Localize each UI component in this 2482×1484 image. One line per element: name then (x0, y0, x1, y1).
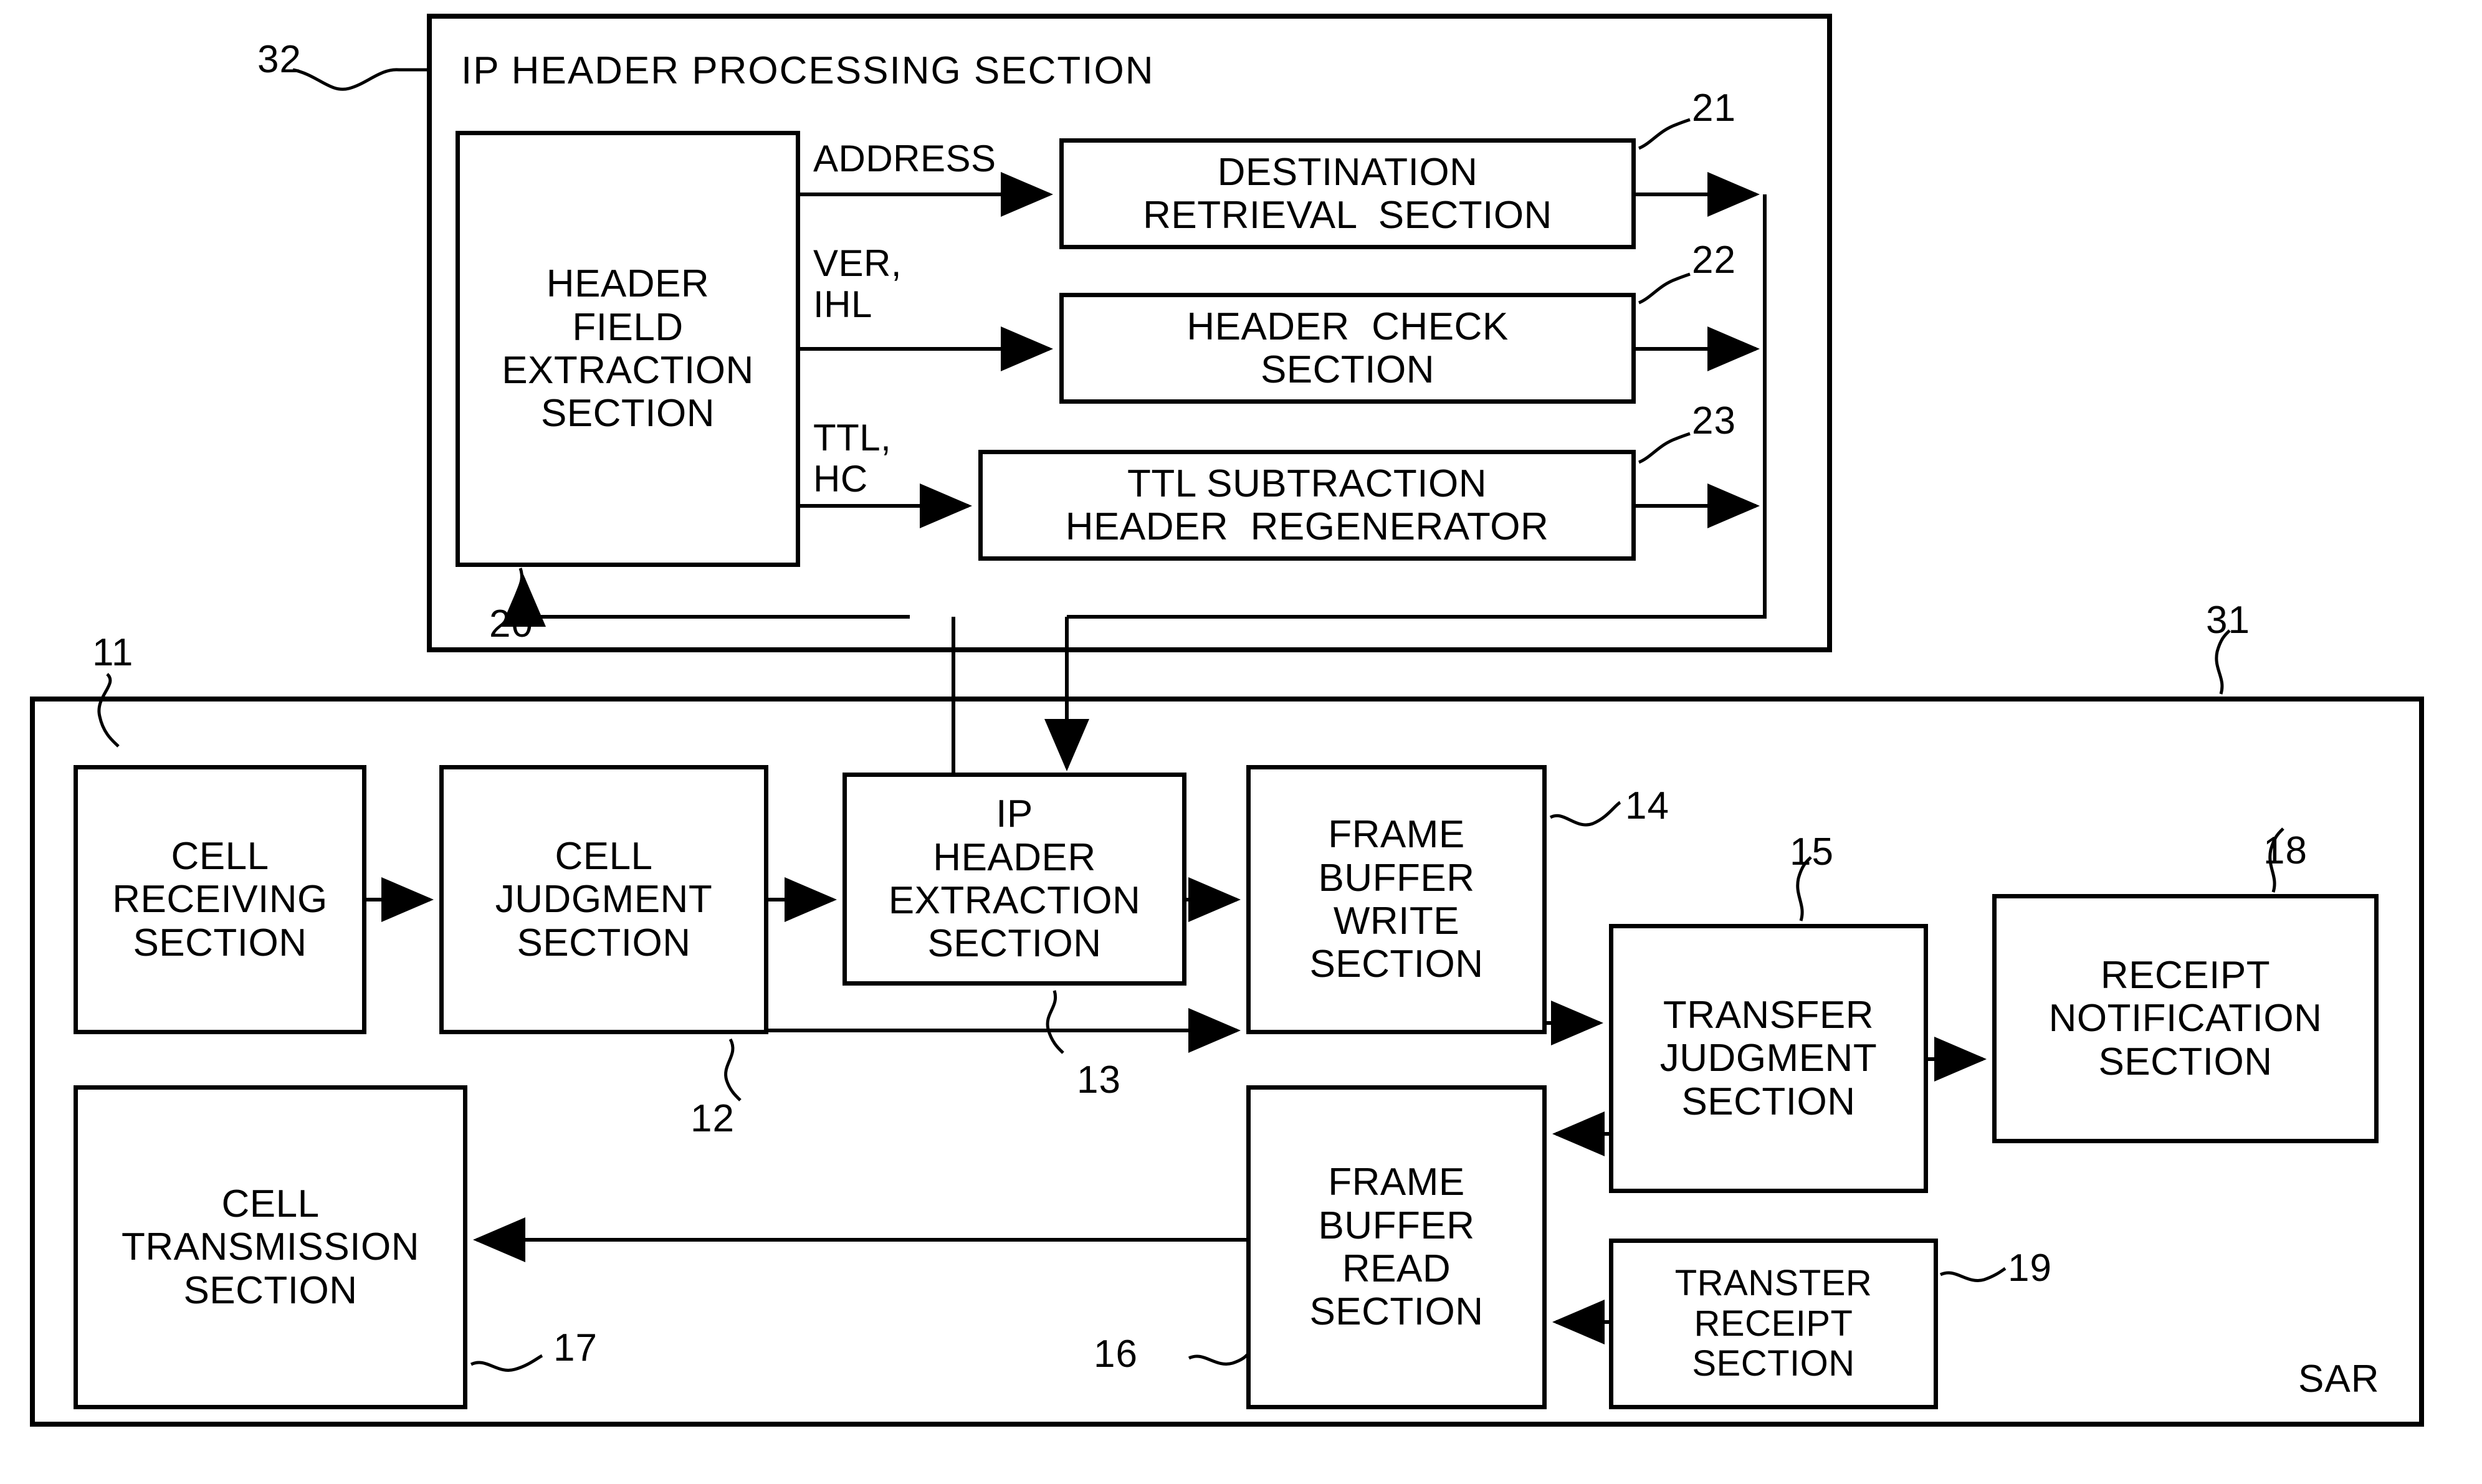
leader-23 (1638, 432, 1691, 464)
leader-16 (1188, 1352, 1250, 1366)
leader-21 (1638, 118, 1691, 150)
leader-15 (1796, 856, 1812, 921)
leader-22 (1638, 272, 1691, 305)
leader-14 (1549, 801, 1621, 827)
leader-17 (470, 1354, 543, 1372)
leader-19 (1939, 1267, 2007, 1282)
connector-layer (97, 68, 2284, 1372)
leader-31 (2215, 629, 2231, 695)
leader-32 (292, 68, 429, 91)
wire-top-output-bus (1067, 194, 1767, 619)
diagram-canvas: IP HEADER PROCESSING SECTION HEADER FIEL… (0, 0, 2482, 1484)
wire-feedback-to-header-field-extraction (501, 574, 910, 627)
leader-13 (1046, 990, 1064, 1054)
leader-12 (724, 1038, 742, 1101)
leader-18 (2268, 827, 2284, 893)
leader-11 (97, 673, 120, 748)
